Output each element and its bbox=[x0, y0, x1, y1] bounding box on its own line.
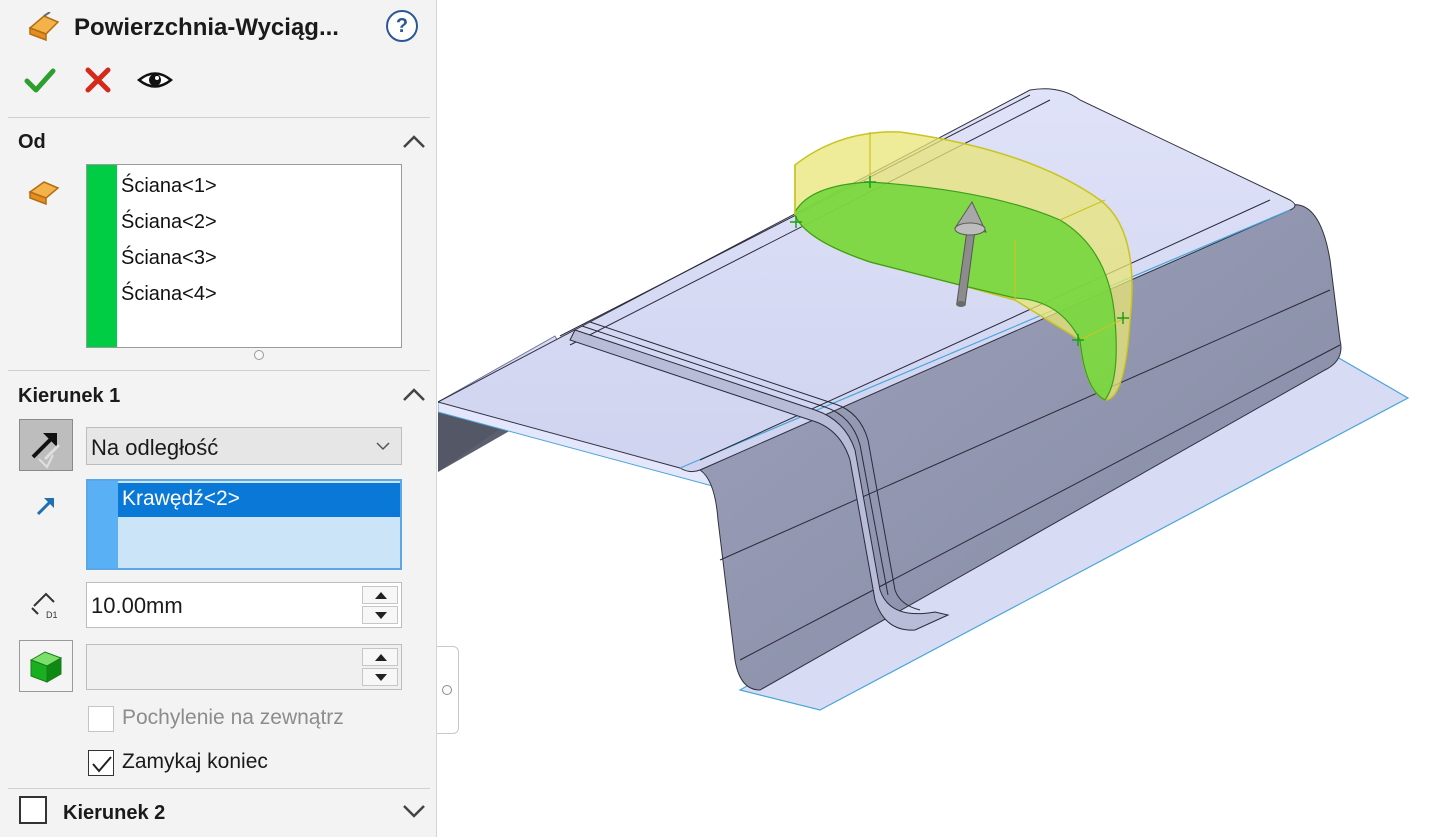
property-manager: Powierzchnia-Wyciąg... ? Od Ściana<1> Śc… bbox=[0, 0, 437, 837]
draft-outward-label: Pochylenie na zewnątrz bbox=[122, 706, 344, 729]
chevron-down-icon bbox=[376, 442, 390, 451]
direction-arrow-icon bbox=[36, 498, 54, 516]
list-item[interactable]: Ściana<4> bbox=[121, 283, 217, 306]
group-title-direction1: Kierunek 1 bbox=[18, 385, 121, 407]
end-condition-select[interactable]: Na odległość bbox=[86, 427, 402, 465]
list-item[interactable]: Ściana<3> bbox=[121, 247, 217, 270]
surface-extrude-icon bbox=[28, 12, 60, 42]
draft-angle-input[interactable] bbox=[86, 644, 402, 690]
list-item[interactable]: Krawędź<2> bbox=[118, 483, 400, 517]
checkmark-icon bbox=[92, 756, 112, 773]
increment-button[interactable] bbox=[362, 586, 398, 604]
group-title-from: Od bbox=[18, 131, 46, 153]
decrement-button[interactable] bbox=[362, 606, 398, 624]
draft-toggle-button[interactable] bbox=[19, 640, 73, 692]
graphics-viewport[interactable] bbox=[438, 0, 1440, 837]
list-item[interactable]: Ściana<2> bbox=[121, 211, 217, 234]
decrement-button[interactable] bbox=[362, 668, 398, 686]
checkbox[interactable] bbox=[88, 750, 114, 776]
draft-angle-stepper bbox=[362, 648, 398, 686]
ok-button[interactable] bbox=[22, 62, 58, 98]
distance-icon: D1 bbox=[31, 592, 58, 620]
distance-input[interactable]: 10.00mm bbox=[86, 582, 402, 628]
distance-stepper bbox=[362, 586, 398, 624]
feature-title: Powierzchnia-Wyciąg... bbox=[74, 14, 339, 41]
distance-value: 10.00mm bbox=[91, 593, 183, 618]
reverse-direction-button[interactable] bbox=[19, 419, 73, 471]
direction-reference-list[interactable]: Krawędź<2> bbox=[86, 479, 402, 570]
faces-list[interactable]: Ściana<1> Ściana<2> Ściana<3> Ściana<4> bbox=[86, 164, 402, 348]
divider bbox=[8, 117, 430, 118]
face-selection-icon bbox=[28, 181, 60, 206]
selection-color-stripe bbox=[88, 481, 118, 568]
divider bbox=[8, 370, 430, 371]
list-item[interactable]: Ściana<1> bbox=[121, 175, 217, 198]
svg-text:D1: D1 bbox=[46, 610, 58, 620]
group-title-direction2: Kierunek 2 bbox=[63, 802, 166, 824]
chevron-up-icon[interactable] bbox=[400, 131, 428, 153]
help-button[interactable]: ? bbox=[386, 10, 418, 42]
end-condition-value: Na odległość bbox=[91, 435, 219, 460]
cap-end-label: Zamykaj koniec bbox=[122, 750, 268, 773]
direction2-checkbox[interactable] bbox=[19, 796, 47, 824]
selection-color-stripe bbox=[87, 165, 117, 347]
eye-icon[interactable] bbox=[136, 62, 174, 98]
checkbox[interactable] bbox=[88, 706, 114, 732]
cancel-button[interactable] bbox=[80, 62, 116, 98]
divider bbox=[8, 788, 430, 789]
chevron-down-icon[interactable] bbox=[400, 800, 428, 822]
list-resize-grip[interactable] bbox=[254, 350, 264, 360]
property-manager-header: Powierzchnia-Wyciąg... ? bbox=[0, 0, 437, 118]
chevron-up-icon[interactable] bbox=[400, 384, 428, 406]
increment-button[interactable] bbox=[362, 648, 398, 666]
